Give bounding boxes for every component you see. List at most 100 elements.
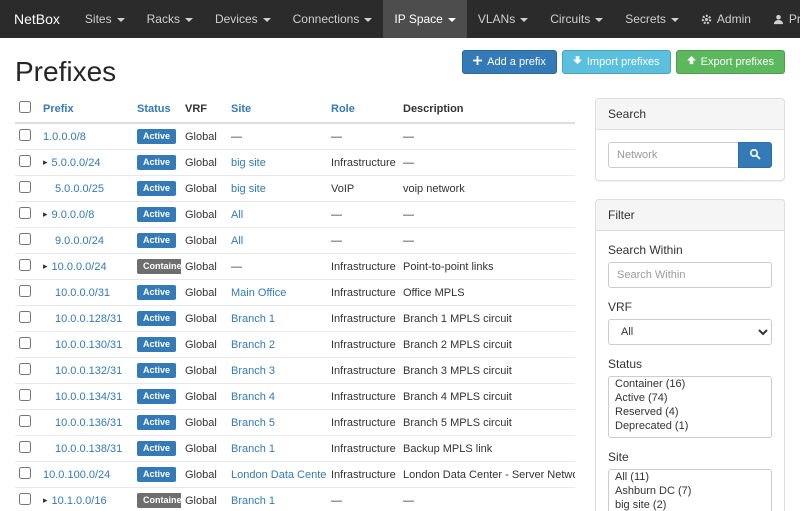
site-link[interactable]: Branch 1: [231, 313, 275, 325]
filter-option[interactable]: Reserved (4): [609, 405, 771, 419]
row-checkbox[interactable]: [19, 285, 31, 297]
nav-item-circuits[interactable]: Circuits: [539, 0, 614, 38]
prefix-link[interactable]: 10.0.100.0/24: [43, 469, 110, 481]
row-checkbox[interactable]: [19, 181, 31, 193]
table-row: 1.0.0.0/8 Active Global — — —: [15, 123, 575, 150]
column-header-site[interactable]: Site: [227, 96, 327, 123]
site-link[interactable]: Branch 3: [231, 365, 275, 377]
vrf-select[interactable]: All: [608, 319, 772, 345]
row-checkbox[interactable]: [19, 233, 31, 245]
user-menu: Admin Profile Log out: [690, 0, 800, 38]
prefix-link[interactable]: 10.1.0.0/16: [52, 495, 107, 507]
role-cell: Infrastructure: [327, 332, 399, 358]
row-checkbox[interactable]: [19, 389, 31, 401]
export-prefixes-button[interactable]: Export prefixes: [676, 50, 785, 74]
prefix-link[interactable]: 5.0.0.0/24: [52, 157, 101, 169]
role-cell: —: [327, 123, 399, 150]
description-cell: Office MPLS: [399, 280, 575, 306]
brand-logo[interactable]: NetBox: [0, 0, 74, 38]
status-filter-label: Status: [608, 357, 772, 371]
row-checkbox[interactable]: [19, 259, 31, 271]
row-checkbox[interactable]: [19, 155, 31, 167]
nav-item-ip-space[interactable]: IP Space: [383, 0, 466, 38]
site-link[interactable]: Branch 2: [231, 339, 275, 351]
table-row: ▸ 10.0.0.0/24 Container Global — Infrast…: [15, 254, 575, 280]
row-checkbox[interactable]: [19, 129, 31, 141]
indent-spacer: [43, 240, 55, 241]
filter-option[interactable]: big site (2): [609, 498, 771, 511]
prefix-link[interactable]: 10.0.0.134/31: [55, 391, 122, 403]
profile-link[interactable]: Profile: [762, 0, 800, 38]
nav-item-racks[interactable]: Racks: [136, 0, 204, 38]
filter-option[interactable]: All (11): [609, 470, 771, 484]
filter-option[interactable]: Active (74): [609, 391, 771, 405]
search-within-input[interactable]: [608, 262, 772, 288]
expand-arrow-icon[interactable]: ▸: [43, 157, 48, 168]
chevron-down-icon: [520, 18, 528, 22]
description-cell: Backup MPLS link: [399, 436, 575, 462]
row-checkbox[interactable]: [19, 207, 31, 219]
site-link[interactable]: big site: [231, 183, 266, 195]
row-checkbox[interactable]: [19, 311, 31, 323]
status-badge: Active: [137, 311, 176, 326]
row-checkbox[interactable]: [19, 493, 31, 505]
nav-item-devices[interactable]: Devices: [204, 0, 282, 38]
site-link[interactable]: Branch 5: [231, 417, 275, 429]
site-link[interactable]: All: [231, 235, 243, 247]
row-checkbox[interactable]: [19, 337, 31, 349]
site-link[interactable]: Branch 4: [231, 391, 275, 403]
prefix-link[interactable]: 10.0.0.130/31: [55, 339, 122, 351]
prefix-link[interactable]: 10.0.0.0/31: [55, 287, 110, 299]
role-cell: Infrastructure: [327, 436, 399, 462]
expand-arrow-icon[interactable]: ▸: [43, 261, 48, 272]
row-checkbox[interactable]: [19, 363, 31, 375]
search-input[interactable]: [608, 142, 739, 168]
column-header-role[interactable]: Role: [327, 96, 399, 123]
search-button[interactable]: [738, 142, 772, 168]
filter-option[interactable]: Container (16): [609, 377, 771, 391]
site-link[interactable]: London Data Center: [231, 469, 327, 481]
nav-item-vlans[interactable]: VLANs: [467, 0, 539, 38]
row-checkbox[interactable]: [19, 441, 31, 453]
prefix-link[interactable]: 10.0.0.128/31: [55, 313, 122, 325]
prefix-link[interactable]: 10.0.0.0/24: [52, 261, 107, 273]
admin-link[interactable]: Admin: [690, 0, 762, 38]
indent-spacer: [43, 396, 55, 397]
prefix-link[interactable]: 1.0.0.0/8: [43, 131, 86, 143]
row-checkbox[interactable]: [19, 467, 31, 479]
expand-arrow-icon[interactable]: ▸: [43, 209, 48, 220]
filter-option[interactable]: Ashburn DC (7): [609, 484, 771, 498]
prefix-link[interactable]: 10.0.0.132/31: [55, 365, 122, 377]
select-all-checkbox[interactable]: [19, 101, 31, 113]
vrf-cell: Global: [181, 306, 227, 332]
site-link[interactable]: Branch 1: [231, 495, 275, 507]
site-link[interactable]: Branch 1: [231, 443, 275, 455]
site-link[interactable]: big site: [231, 157, 266, 169]
expand-arrow-icon[interactable]: ▸: [43, 495, 48, 506]
column-header-status[interactable]: Status: [133, 96, 181, 123]
prefix-link[interactable]: 9.0.0.0/8: [52, 209, 95, 221]
top-navbar: NetBox Sites Racks Devices Connections I…: [0, 0, 800, 38]
site-link[interactable]: Main Office: [231, 287, 286, 299]
prefix-link[interactable]: 10.0.0.136/31: [55, 417, 122, 429]
nav-item-secrets[interactable]: Secrets: [614, 0, 690, 38]
site-link[interactable]: All: [231, 209, 243, 221]
prefix-link[interactable]: 9.0.0.0/24: [55, 235, 104, 247]
status-list[interactable]: Container (16)Active (74)Reserved (4)Dep…: [608, 376, 772, 438]
vrf-cell: Global: [181, 150, 227, 176]
prefix-link[interactable]: 5.0.0.0/25: [55, 183, 104, 195]
chevron-down-icon: [448, 18, 456, 22]
nav-item-sites[interactable]: Sites: [74, 0, 136, 38]
column-header-prefix[interactable]: Prefix: [39, 96, 133, 123]
add-prefix-button[interactable]: Add a prefix: [462, 50, 557, 74]
import-prefixes-button[interactable]: Import prefixes: [562, 50, 671, 74]
row-checkbox[interactable]: [19, 415, 31, 427]
gear-icon: [701, 14, 712, 25]
nav-item-connections[interactable]: Connections: [282, 0, 384, 38]
table-row: ▸ 10.1.0.0/16 Container Global Branch 1 …: [15, 488, 575, 511]
site-list[interactable]: All (11)Ashburn DC (7)big site (2)Branch…: [608, 469, 772, 511]
export-prefixes-label: Export prefixes: [701, 56, 774, 68]
filter-option[interactable]: Deprecated (1): [609, 419, 771, 433]
column-header-vrf: VRF: [181, 96, 227, 123]
prefix-link[interactable]: 10.0.0.138/31: [55, 443, 122, 455]
